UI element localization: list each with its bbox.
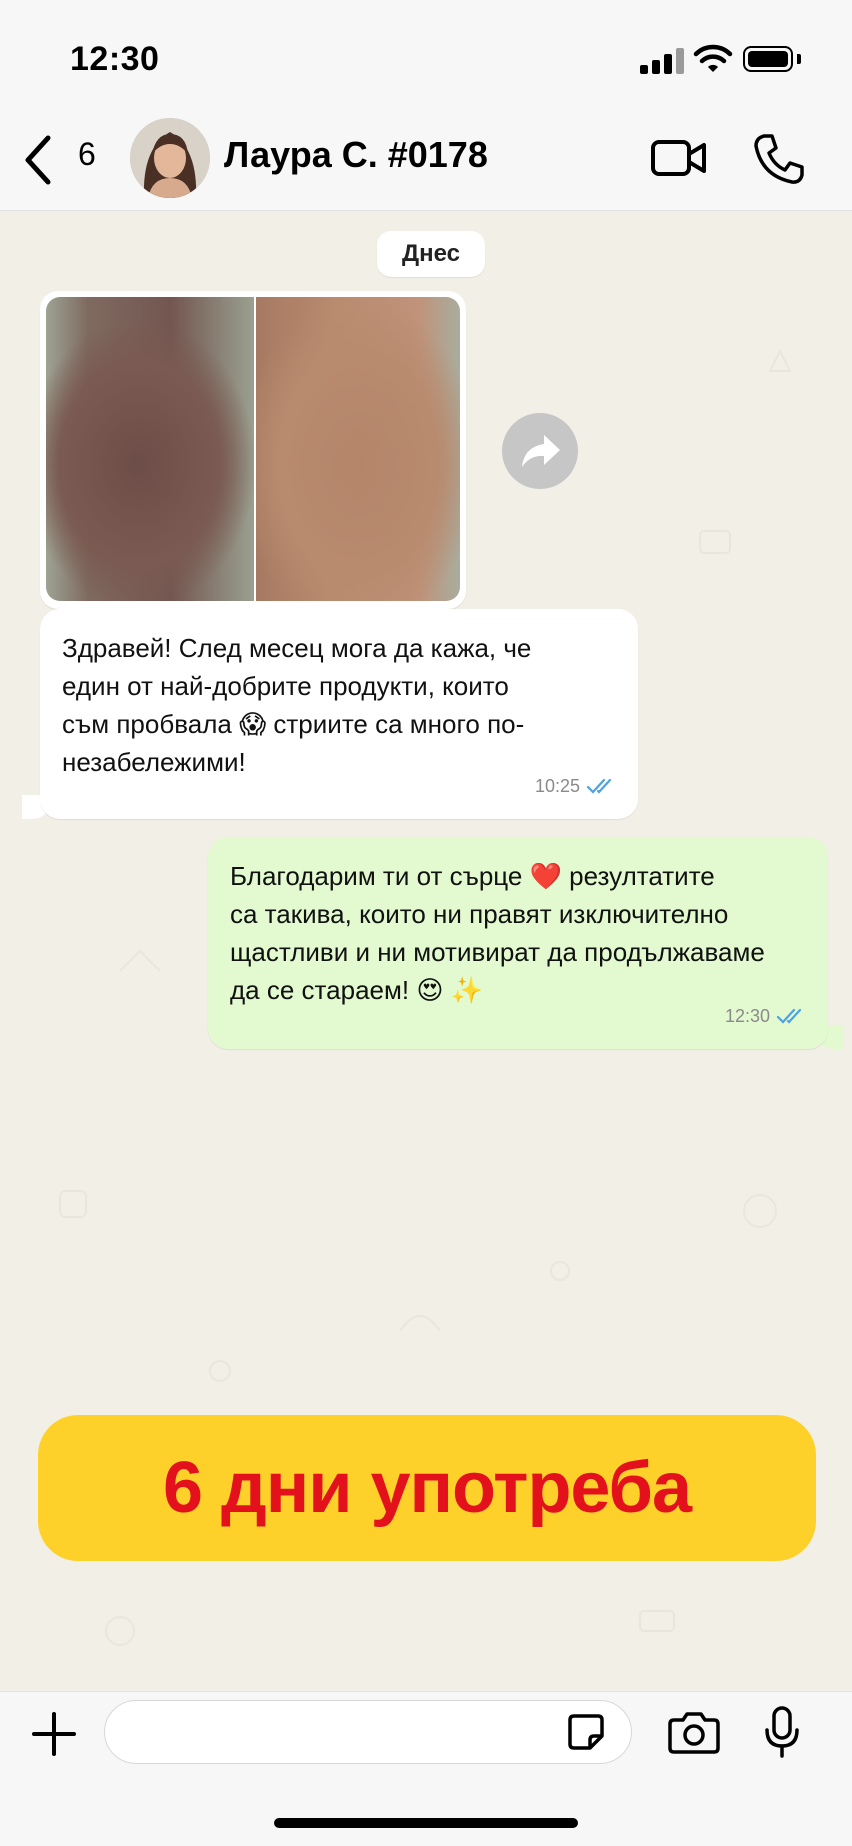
status-time: 12:30 [70,40,160,78]
back-icon[interactable] [18,130,58,190]
microphone-icon[interactable] [764,1706,800,1758]
read-ticks-icon [776,1008,802,1024]
home-indicator[interactable] [274,1818,578,1828]
status-bar: 12:30 [0,0,852,110]
plus-icon[interactable] [30,1710,78,1758]
photo-divider [254,297,256,601]
avatar[interactable] [130,118,210,198]
incoming-message-time: 10:25 [534,776,580,796]
incoming-message-meta: 10:25 [535,767,616,805]
chat-screen: 12:30 6 Лаура С. #0178 Днес Здравей! Сле… [0,0,852,1846]
battery-icon [743,46,793,72]
photo-after [256,297,460,601]
battery-tip [797,54,801,64]
incoming-message-text: Здравей! След месец мога да кажа, че еди… [62,633,532,777]
photo-before [46,297,254,601]
camera-icon[interactable] [668,1710,720,1754]
photo-message[interactable] [40,291,466,609]
date-chip: Днес [377,231,485,277]
signal-icon [640,48,686,74]
wifi-icon [693,44,733,72]
promo-banner: 6 дни употреба [38,1415,816,1561]
phone-icon[interactable] [752,132,804,186]
outgoing-message-meta: 12:30 [725,997,806,1035]
before-after-photo[interactable] [46,297,460,601]
incoming-message[interactable]: Здравей! След месец мога да кажа, че еди… [40,609,638,819]
video-call-icon[interactable] [650,134,708,182]
message-input[interactable] [104,1700,632,1764]
chat-area: Днес Здравей! След месец мога да кажа, ч… [0,211,852,1691]
forward-button[interactable] [502,413,578,489]
unread-count[interactable]: 6 [78,136,96,173]
outgoing-message-text: Благодарим ти от сърце ❤️ резултатите са… [230,861,765,1005]
promo-text: 6 дни употреба [162,1448,692,1528]
chat-header: 6 Лаура С. #0178 [0,110,852,211]
sticker-icon[interactable] [566,1712,606,1752]
outgoing-message[interactable]: Благодарим ти от сърце ❤️ резултатите са… [208,837,828,1049]
outgoing-message-time: 12:30 [724,1006,770,1026]
read-ticks-icon [586,778,612,794]
contact-name[interactable]: Лаура С. #0178 [224,134,488,176]
forward-icon [522,435,560,467]
